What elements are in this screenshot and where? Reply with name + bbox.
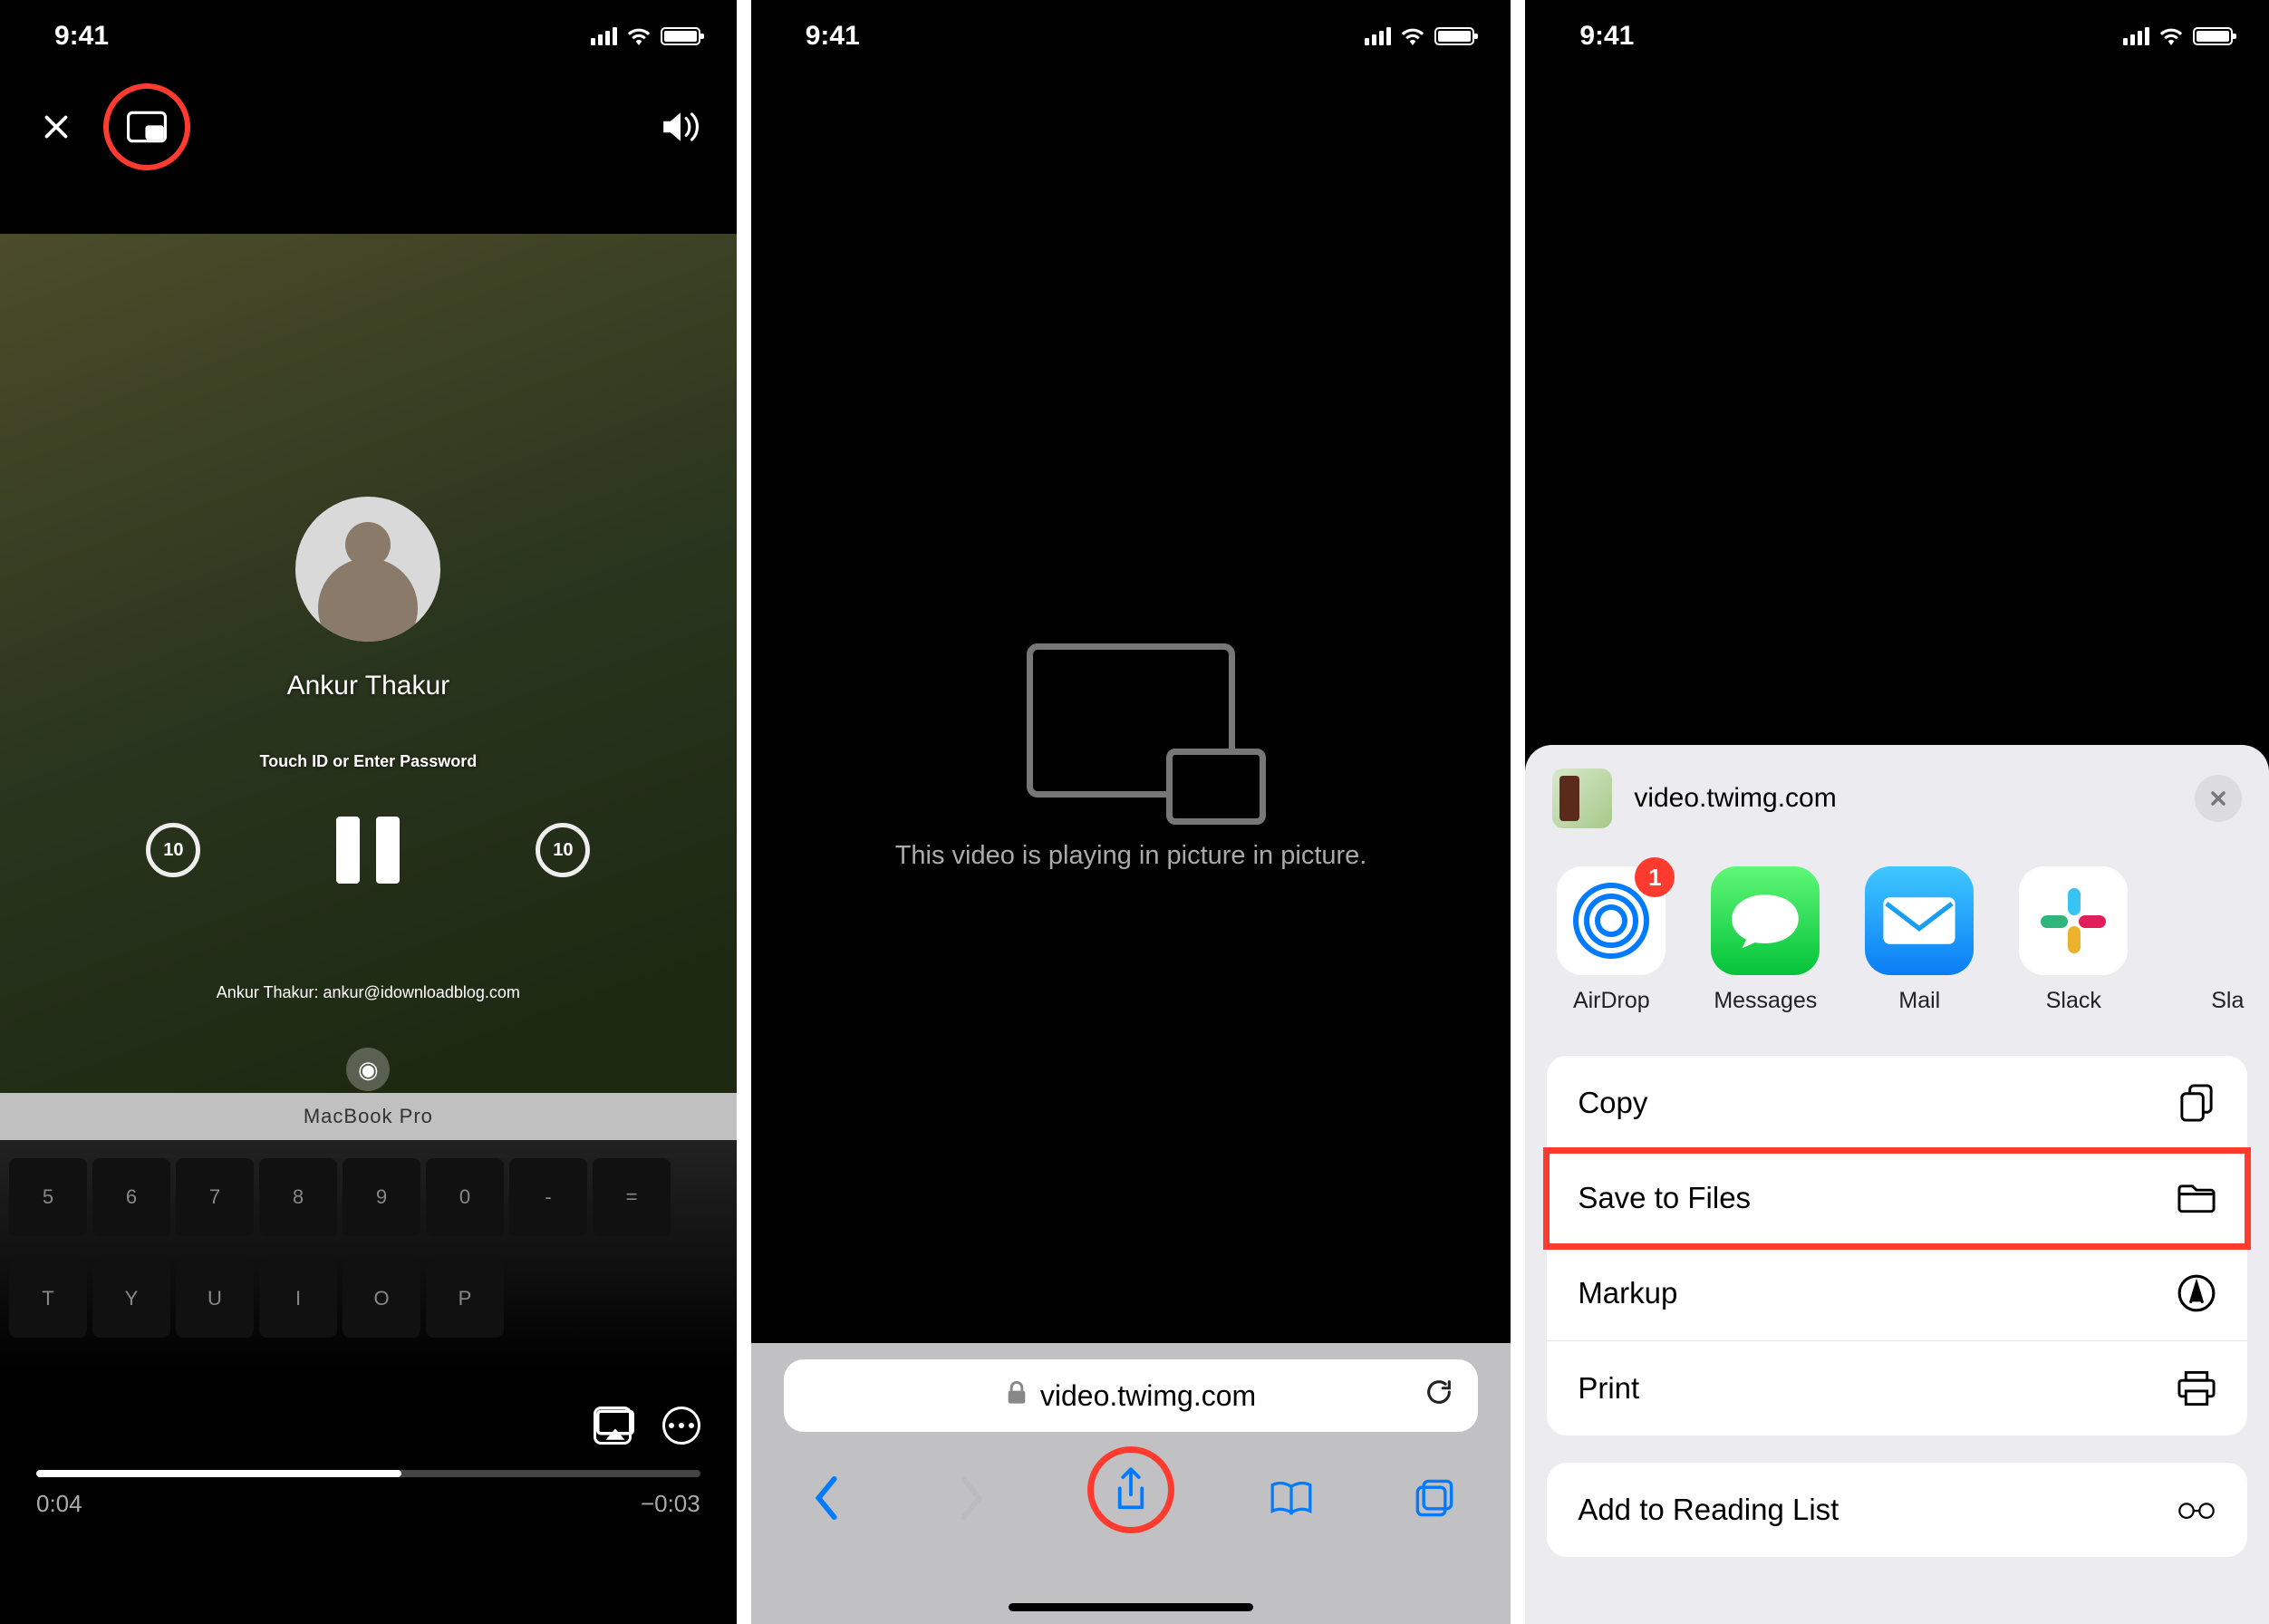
wifi-icon xyxy=(1400,27,1425,45)
action-print[interactable]: Print xyxy=(1547,1341,2247,1436)
glasses-icon xyxy=(2177,1490,2216,1530)
more-button[interactable] xyxy=(662,1406,700,1445)
app-airdrop[interactable]: 1 AirDrop xyxy=(1552,866,1670,1014)
battery-icon xyxy=(1434,27,1474,45)
time-elapsed: 0:04 xyxy=(36,1490,82,1518)
pause-button[interactable] xyxy=(336,817,400,884)
app-slack[interactable]: Slack xyxy=(2014,866,2132,1014)
status-time: 9:41 xyxy=(1579,21,1634,52)
status-bar: 9:41 xyxy=(0,0,737,72)
battery-icon xyxy=(661,27,700,45)
pip-message: This video is playing in picture in pict… xyxy=(895,841,1367,871)
cellular-icon xyxy=(2123,27,2149,45)
pip-icon xyxy=(127,110,167,144)
app-messages[interactable]: Messages xyxy=(1706,866,1824,1014)
share-thumbnail xyxy=(1552,768,1612,828)
slack-icon xyxy=(2218,866,2236,975)
share-sheet-header: video.twimg.com xyxy=(1525,745,2269,852)
status-time: 9:41 xyxy=(806,21,860,52)
tabs-button[interactable] xyxy=(1407,1471,1462,1525)
status-bar: 9:41 xyxy=(1525,0,2269,72)
airdrop-badge: 1 xyxy=(1635,857,1675,897)
action-reading-list[interactable]: Add to Reading List xyxy=(1547,1463,2247,1557)
fingerprint-icon: ◉ xyxy=(346,1048,390,1091)
share-apps-row[interactable]: 1 AirDrop Messages Mail Slack xyxy=(1525,852,2269,1041)
phone-safari-pip: 9:41 This video is playing in picture in… xyxy=(751,0,1511,1624)
scrubber[interactable] xyxy=(36,1470,700,1477)
printer-icon xyxy=(2177,1368,2216,1408)
share-actions-group-2: Add to Reading List xyxy=(1547,1463,2247,1557)
book-icon xyxy=(1270,1479,1313,1517)
share-button[interactable] xyxy=(1104,1463,1158,1517)
battery-icon xyxy=(2193,27,2233,45)
close-button[interactable] xyxy=(36,107,76,147)
markup-icon xyxy=(2177,1273,2216,1313)
folder-icon xyxy=(2177,1178,2216,1218)
touch-id-label: Touch ID or Enter Password xyxy=(260,752,478,771)
close-icon xyxy=(2207,788,2229,809)
messages-icon xyxy=(1711,866,1820,975)
pip-placeholder: This video is playing in picture in pict… xyxy=(751,170,1511,1343)
address-bar[interactable]: video.twimg.com xyxy=(784,1359,1479,1432)
mail-icon xyxy=(1865,866,1974,975)
copy-icon xyxy=(2177,1083,2216,1123)
share-actions-group: Copy Save to Files Markup Print xyxy=(1547,1056,2247,1436)
pip-button[interactable] xyxy=(127,107,167,147)
reload-icon xyxy=(1424,1377,1454,1407)
action-save-to-files[interactable]: Save to Files xyxy=(1547,1151,2247,1246)
forward-button xyxy=(943,1471,998,1525)
share-icon xyxy=(1112,1465,1150,1514)
home-indicator[interactable] xyxy=(1009,1603,1253,1611)
skip-forward-button[interactable]: 10 xyxy=(536,823,590,877)
url-text: video.twimg.com xyxy=(1040,1379,1256,1413)
app-mail[interactable]: Mail xyxy=(1860,866,1978,1014)
time-remaining: −0:03 xyxy=(641,1490,700,1518)
close-sheet-button[interactable] xyxy=(2195,775,2242,822)
bookmarks-button[interactable] xyxy=(1264,1471,1318,1525)
pip-button-highlight xyxy=(103,83,190,170)
chevron-left-icon xyxy=(812,1475,843,1521)
reload-button[interactable] xyxy=(1424,1377,1454,1416)
slack-icon xyxy=(2019,866,2128,975)
phone-video-player: 9:41 Ankur Thakur Touch ID or Enter Pass… xyxy=(0,0,737,1624)
wifi-icon xyxy=(2158,27,2184,45)
pip-graphic-icon xyxy=(1027,643,1235,798)
video-frame[interactable]: Ankur Thakur Touch ID or Enter Password … xyxy=(0,234,737,1374)
wifi-icon xyxy=(626,27,652,45)
playback-controls: 10 10 xyxy=(146,817,590,884)
back-button[interactable] xyxy=(800,1471,854,1525)
author-name: Ankur Thakur xyxy=(287,671,450,701)
credit-text: Ankur Thakur: ankur@idownloadblog.com xyxy=(217,983,520,1002)
cellular-icon xyxy=(591,27,617,45)
lock-icon xyxy=(1006,1379,1028,1413)
action-copy[interactable]: Copy xyxy=(1547,1056,2247,1151)
avatar xyxy=(295,497,440,642)
share-button-highlight xyxy=(1087,1446,1174,1533)
chevron-right-icon xyxy=(955,1475,986,1521)
status-bar: 9:41 xyxy=(751,0,1511,72)
airplay-button[interactable] xyxy=(594,1406,632,1445)
phone-share-sheet: 9:41 video.twimg.com 1 AirDrop xyxy=(1525,0,2269,1624)
close-icon xyxy=(40,111,72,143)
app-slack-2[interactable]: Sla xyxy=(2168,866,2269,1014)
player-bottom-bar: 0:04 −0:03 xyxy=(0,1379,737,1624)
status-indicators xyxy=(591,27,700,45)
tabs-icon xyxy=(1415,1478,1454,1518)
share-sheet: video.twimg.com 1 AirDrop Messages xyxy=(1525,745,2269,1624)
share-title: video.twimg.com xyxy=(1634,783,2173,814)
airplay-icon xyxy=(596,1409,634,1442)
skip-back-button[interactable]: 10 xyxy=(146,823,200,877)
action-markup[interactable]: Markup xyxy=(1547,1246,2247,1341)
cellular-icon xyxy=(1365,27,1391,45)
macbook-label: MacBook Pro xyxy=(0,1093,737,1140)
status-indicators xyxy=(1365,27,1474,45)
status-indicators xyxy=(2123,27,2233,45)
player-top-bar xyxy=(0,86,737,168)
volume-icon xyxy=(661,110,700,144)
safari-toolbar: video.twimg.com xyxy=(751,1343,1511,1624)
volume-button[interactable] xyxy=(661,107,700,147)
airdrop-icon: 1 xyxy=(1557,866,1666,975)
keyboard-visual: 567890-=TYUIOP xyxy=(0,1140,737,1374)
status-time: 9:41 xyxy=(54,21,109,52)
